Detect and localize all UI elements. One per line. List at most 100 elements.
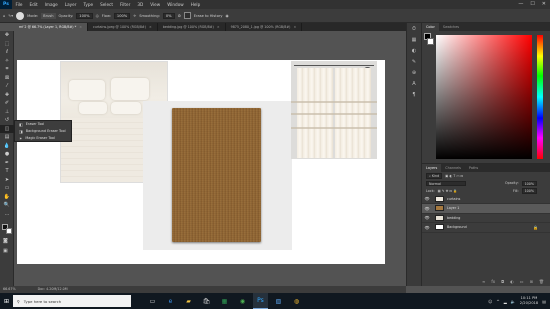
tab-document-1[interactable]: mf 2 @ 66.7% (Layer 1, RGB/8#) * × bbox=[14, 23, 88, 31]
layer-row[interactable]: 👁 bedding bbox=[422, 214, 550, 223]
tab-bedding[interactable]: bedding.jpg @ 100% (RGB/8#) × bbox=[158, 23, 226, 31]
tab-rug[interactable]: 9875_2080_1.jpg @ 100% (RGB/8#) × bbox=[226, 23, 303, 31]
menu-select[interactable]: Select bbox=[97, 0, 117, 9]
clone-stamp-tool-icon[interactable]: ⊥ bbox=[0, 108, 14, 117]
gradient-tool-icon[interactable]: ▤ bbox=[0, 133, 14, 142]
path-select-tool-icon[interactable]: ➤ bbox=[0, 176, 14, 185]
background-color-swatch[interactable] bbox=[6, 228, 12, 234]
clock[interactable]: 10:11 PM 2/20/2018 bbox=[520, 296, 538, 306]
close-tab-icon[interactable]: × bbox=[293, 25, 296, 29]
windows-start-icon[interactable]: ⊞ bbox=[0, 293, 13, 309]
people-icon[interactable]: ☺ bbox=[488, 299, 492, 304]
pen-tool-icon[interactable]: ✒ bbox=[0, 159, 14, 168]
chevron-up-icon[interactable]: ^ bbox=[496, 299, 499, 304]
trash-icon[interactable]: 🗑 bbox=[539, 279, 544, 286]
layer-row[interactable]: 👁 Layer 1 bbox=[422, 204, 550, 214]
close-tab-icon[interactable]: × bbox=[149, 25, 152, 29]
screen-mode-icon[interactable]: ▣ bbox=[3, 248, 8, 254]
color-picker-field[interactable] bbox=[436, 35, 532, 159]
eraser-tool-option[interactable]: ◧ Eraser Tool bbox=[15, 121, 71, 128]
history-icon[interactable]: ⏱ bbox=[407, 23, 421, 34]
close-tab-icon[interactable]: × bbox=[217, 25, 220, 29]
type-tool-icon[interactable]: T bbox=[0, 167, 14, 176]
home-icon[interactable]: ⌂ bbox=[3, 14, 5, 18]
blur-tool-icon[interactable]: 💧 bbox=[0, 142, 14, 151]
tab-channels[interactable]: Channels bbox=[441, 164, 465, 172]
eraser-tool-icon[interactable]: ◫ bbox=[0, 124, 14, 133]
frame-tool-icon[interactable]: ⊠ bbox=[0, 74, 14, 83]
hue-slider[interactable] bbox=[537, 35, 543, 159]
more-tools-icon[interactable]: … bbox=[0, 210, 14, 219]
task-view-icon[interactable]: ▭ bbox=[145, 293, 160, 309]
zoom-level[interactable]: 66.67% bbox=[3, 286, 16, 293]
new-layer-icon[interactable]: ⊞ bbox=[530, 279, 533, 286]
brush-tool-icon[interactable]: ✐ bbox=[0, 99, 14, 108]
add-mask-icon[interactable]: ◘ bbox=[501, 279, 504, 286]
visibility-eye-icon[interactable]: 👁 bbox=[422, 206, 432, 211]
store-icon[interactable]: 🛍 bbox=[199, 293, 214, 309]
excel-icon[interactable]: ▦ bbox=[217, 293, 232, 309]
lasso-tool-icon[interactable]: ℓ bbox=[0, 48, 14, 57]
hand-tool-icon[interactable]: ✋ bbox=[0, 193, 14, 202]
menu-3d[interactable]: 3D bbox=[134, 0, 147, 9]
filter-icons[interactable]: ▣ ◐ T ▭ ⊡ bbox=[445, 174, 463, 178]
edge-browser-icon[interactable]: e bbox=[163, 293, 178, 309]
clone-source-icon[interactable]: ⊕ bbox=[407, 67, 421, 78]
quick-mask-icon[interactable]: ◙ bbox=[3, 238, 8, 244]
smoothing-settings-icon[interactable]: ⚙ bbox=[178, 14, 181, 18]
brush-settings-icon[interactable]: ✎ bbox=[407, 56, 421, 67]
layer-kind-filter[interactable]: ⌕ Kind bbox=[426, 173, 443, 179]
airbrush-icon[interactable]: ✈ bbox=[133, 14, 136, 18]
photos-icon[interactable]: ▧ bbox=[271, 293, 286, 309]
photoshop-taskbar-icon[interactable]: Ps bbox=[253, 293, 268, 309]
background-color-chip[interactable] bbox=[427, 38, 434, 45]
flow-field[interactable]: 100% bbox=[113, 12, 131, 19]
blend-mode-dropdown[interactable]: Normal bbox=[426, 180, 466, 186]
tab-swatches[interactable]: Swatches bbox=[439, 23, 463, 31]
paragraph-icon[interactable]: ¶ bbox=[407, 89, 421, 100]
crop-tool-icon[interactable]: ⌗ bbox=[0, 65, 14, 74]
menu-view[interactable]: View bbox=[147, 0, 164, 9]
properties-icon[interactable]: ▦ bbox=[407, 34, 421, 45]
dodge-tool-icon[interactable]: ● bbox=[0, 150, 14, 159]
lock-icons[interactable]: ▦ ✎ ✥ ⊡ 🔒 bbox=[438, 189, 458, 193]
xbox-icon[interactable]: ◉ bbox=[235, 293, 250, 309]
taskbar-search-box[interactable]: ⚲ Type here to search bbox=[13, 295, 131, 307]
pressure-size-icon[interactable]: ◉ bbox=[226, 14, 229, 18]
layer-row[interactable]: 👁 curtains bbox=[422, 195, 550, 204]
menu-window[interactable]: Window bbox=[164, 0, 188, 9]
mode-dropdown[interactable]: Brush bbox=[41, 12, 56, 19]
eyedropper-tool-icon[interactable]: ⁄ bbox=[0, 82, 14, 91]
minimize-button[interactable]: — bbox=[518, 0, 523, 9]
new-group-icon[interactable]: ▭ bbox=[520, 279, 524, 286]
zoom-tool-icon[interactable]: 🔍 bbox=[0, 201, 14, 210]
fill-field[interactable]: 100% bbox=[521, 188, 537, 194]
visibility-eye-icon[interactable]: 👁 bbox=[422, 215, 432, 220]
menu-type[interactable]: Type bbox=[80, 0, 97, 9]
background-eraser-tool-option[interactable]: ◨ Background Eraser Tool bbox=[15, 128, 71, 135]
link-layers-icon[interactable]: ∞ bbox=[482, 279, 485, 286]
fx-icon[interactable]: fx bbox=[491, 279, 495, 286]
close-tab-icon[interactable]: × bbox=[79, 25, 82, 29]
marquee-tool-icon[interactable]: ⬚ bbox=[0, 40, 14, 49]
rectangle-tool-icon[interactable]: ▭ bbox=[0, 184, 14, 193]
smoothing-field[interactable]: 0% bbox=[162, 12, 175, 19]
move-tool-icon[interactable]: ✥ bbox=[0, 31, 14, 40]
network-icon[interactable]: ▂ bbox=[504, 299, 507, 304]
tab-curtains[interactable]: curtains.jpeg @ 100% (RGB/8#) × bbox=[88, 23, 158, 31]
quick-select-tool-icon[interactable]: ✧ bbox=[0, 57, 14, 66]
brush-preset-icon[interactable] bbox=[16, 11, 25, 20]
eraser-preset-icon[interactable]: ✎▾ bbox=[8, 14, 13, 18]
volume-icon[interactable]: 🔈 bbox=[511, 299, 516, 304]
tab-paths[interactable]: Paths bbox=[465, 164, 482, 172]
layer-opacity-field[interactable]: 100% bbox=[521, 180, 537, 186]
file-explorer-icon[interactable]: ▰ bbox=[181, 293, 196, 309]
magic-eraser-tool-option[interactable]: ✶ Magic Eraser Tool bbox=[15, 135, 71, 142]
menu-file[interactable]: File bbox=[12, 0, 26, 9]
menu-image[interactable]: Image bbox=[41, 0, 61, 9]
tab-color[interactable]: Color bbox=[422, 23, 439, 31]
maximize-button[interactable]: ☐ bbox=[530, 0, 534, 9]
adjustment-layer-icon[interactable]: ◐ bbox=[510, 279, 514, 286]
color-wells[interactable] bbox=[2, 224, 12, 234]
chrome-icon[interactable]: ◍ bbox=[289, 293, 304, 309]
